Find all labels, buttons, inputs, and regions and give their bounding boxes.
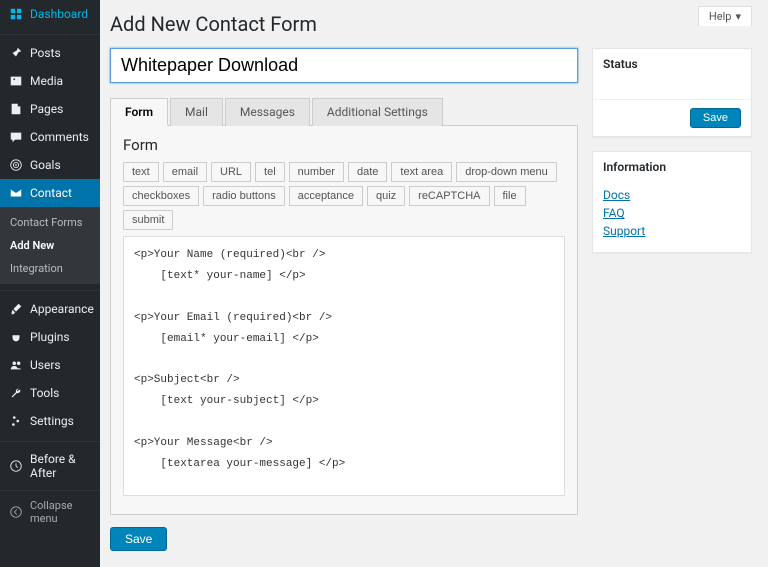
users-icon — [8, 357, 24, 373]
dashboard-icon — [8, 6, 24, 22]
tag-button-file[interactable]: file — [494, 186, 526, 206]
collapse-icon — [8, 504, 24, 520]
sidebar-item-label: Tools — [30, 386, 59, 400]
sidebar-item-goals[interactable]: Goals — [0, 151, 100, 179]
tag-button-submit[interactable]: submit — [123, 210, 173, 230]
status-save-button[interactable]: Save — [690, 108, 741, 128]
sidebar-item-label: Users — [30, 358, 61, 372]
help-tab[interactable]: Help ▾ — [698, 6, 752, 26]
sidebar-item-label: Appearance — [30, 302, 94, 316]
sidebar-item-label: Goals — [30, 158, 61, 172]
info-link-faq[interactable]: FAQ — [603, 206, 741, 220]
sliders-icon — [8, 413, 24, 429]
tag-button-tel[interactable]: tel — [255, 162, 285, 182]
sidebar-item-label: Pages — [30, 102, 63, 116]
sidebar-item-label: Settings — [30, 414, 74, 428]
tag-button-radio-buttons[interactable]: radio buttons — [203, 186, 285, 206]
brush-icon — [8, 301, 24, 317]
tag-button-url[interactable]: URL — [211, 162, 251, 182]
sidebar-item-contact[interactable]: Contact — [0, 179, 100, 207]
sidebar-item-label: Contact — [30, 186, 72, 200]
main-content: Help ▾ Add New Contact Form FormMailMess… — [100, 0, 768, 567]
tag-button-recaptcha[interactable]: reCAPTCHA — [409, 186, 489, 206]
tag-button-number[interactable]: number — [289, 162, 344, 182]
pin-icon — [8, 45, 24, 61]
submenu-item-add-new[interactable]: Add New — [0, 234, 100, 257]
editor-tabs: FormMailMessagesAdditional Settings — [110, 97, 578, 126]
sidebar-item-before-after[interactable]: Before & After — [0, 446, 100, 486]
tag-button-drop-down-menu[interactable]: drop-down menu — [456, 162, 557, 182]
sidebar-item-appearance[interactable]: Appearance — [0, 295, 100, 323]
sidebar-item-label: Plugins — [30, 330, 70, 344]
plug-icon — [8, 329, 24, 345]
sidebar-item-users[interactable]: Users — [0, 351, 100, 379]
sidebar-item-posts[interactable]: Posts — [0, 39, 100, 67]
submenu-item-contact-forms[interactable]: Contact Forms — [0, 211, 100, 234]
sidebar-item-pages[interactable]: Pages — [0, 95, 100, 123]
submenu-item-integration[interactable]: Integration — [0, 257, 100, 280]
mail-icon — [8, 185, 24, 201]
tag-button-email[interactable]: email — [163, 162, 207, 182]
wrench-icon — [8, 385, 24, 401]
tag-toolbar: textemailURLtelnumberdatetext areadrop-d… — [123, 162, 565, 230]
tab-form[interactable]: Form — [110, 98, 168, 126]
form-code-textarea[interactable] — [123, 236, 565, 496]
tag-button-text[interactable]: text — [123, 162, 159, 182]
tag-button-text-area[interactable]: text area — [391, 162, 452, 182]
tag-button-acceptance[interactable]: acceptance — [289, 186, 363, 206]
save-button[interactable]: Save — [110, 527, 167, 551]
sidebar-item-label: Dashboard — [30, 7, 88, 21]
sidebar-item-dashboard[interactable]: Dashboard — [0, 0, 100, 28]
sidebar-item-label: Comments — [30, 130, 89, 144]
tag-button-quiz[interactable]: quiz — [367, 186, 405, 206]
sidebar-item-plugins[interactable]: Plugins — [0, 323, 100, 351]
info-link-docs[interactable]: Docs — [603, 188, 741, 202]
tag-button-date[interactable]: date — [348, 162, 387, 182]
panel-heading: Form — [123, 136, 565, 154]
tab-mail[interactable]: Mail — [170, 98, 223, 126]
sidebar-item-media[interactable]: Media — [0, 67, 100, 95]
form-title-input[interactable] — [110, 48, 578, 83]
sidebar-item-label: Before & After — [30, 452, 92, 480]
page-title: Add New Contact Form — [110, 12, 752, 36]
information-box-title: Information — [593, 152, 751, 182]
media-icon — [8, 73, 24, 89]
tab-messages[interactable]: Messages — [225, 98, 310, 126]
information-box: Information Docs FAQ Support — [592, 151, 752, 253]
target-icon — [8, 157, 24, 173]
status-box-title: Status — [593, 49, 751, 79]
comment-icon — [8, 129, 24, 145]
status-box: Status Save — [592, 48, 752, 137]
chevron-down-icon: ▾ — [735, 10, 741, 23]
sidebar-item-comments[interactable]: Comments — [0, 123, 100, 151]
sidebar-item-settings[interactable]: Settings — [0, 407, 100, 435]
tab-additional-settings[interactable]: Additional Settings — [312, 98, 443, 126]
clock-icon — [8, 458, 24, 474]
admin-sidebar: Dashboard Posts Media Pages Comments Goals Con… — [0, 0, 100, 567]
sidebar-item-label: Posts — [30, 46, 61, 60]
page-icon — [8, 101, 24, 117]
form-panel: Form textemailURLtelnumberdatetext aread… — [110, 126, 578, 515]
collapse-menu-button[interactable]: Collapse menu — [0, 490, 100, 533]
sidebar-item-tools[interactable]: Tools — [0, 379, 100, 407]
info-link-support[interactable]: Support — [603, 224, 741, 238]
sidebar-item-label: Media — [30, 74, 63, 88]
tag-button-checkboxes[interactable]: checkboxes — [123, 186, 199, 206]
